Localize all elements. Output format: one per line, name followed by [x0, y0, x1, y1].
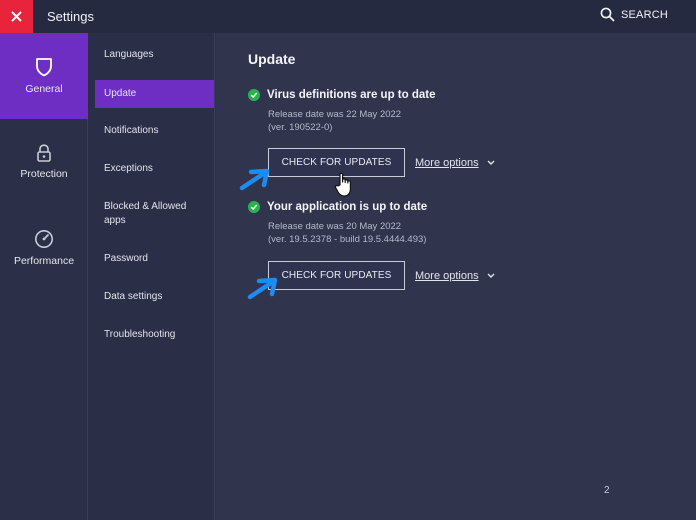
window-title: Settings [47, 9, 94, 24]
submenu-item-label: Update [104, 88, 137, 99]
submenu-item-label: Notifications [104, 125, 159, 136]
submenu-item-data-settings[interactable]: Data settings [95, 290, 214, 304]
submenu-item-troubleshooting[interactable]: Troubleshooting [95, 328, 214, 342]
virus-actions: CHECK FOR UPDATES More options [268, 148, 495, 177]
virus-definitions-status: Virus definitions are up to date [267, 89, 436, 101]
search-icon [600, 7, 615, 22]
check-icon [248, 201, 260, 213]
page-number: 2 [604, 485, 610, 496]
app-more-options-link[interactable]: More options [415, 270, 495, 282]
application-actions: CHECK FOR UPDATES More options [268, 261, 495, 290]
close-icon [11, 11, 22, 22]
search-button[interactable]: SEARCH [600, 7, 668, 22]
submenu-item-exceptions[interactable]: Exceptions [95, 162, 214, 176]
rail-item-label: General [25, 83, 63, 95]
submenu-item-label: Languages [104, 49, 154, 60]
rail-item-label: Performance [13, 255, 75, 267]
application-section: Your application is up to date Release d… [248, 201, 427, 246]
app-release-date: Release date was 20 May 2022 [268, 221, 402, 232]
rail-item-general[interactable]: General [0, 33, 88, 119]
speedometer-icon [35, 230, 53, 248]
rail-item-protection[interactable]: Protection [0, 119, 88, 205]
submenu-item-update[interactable]: Update [95, 80, 214, 108]
submenu-item-password[interactable]: Password [95, 252, 214, 266]
update-panel: Update Virus definitions are up to date … [216, 33, 696, 520]
submenu-item-languages[interactable]: Languages [95, 48, 214, 62]
annotation-arrow-icon [247, 277, 278, 300]
lock-icon [37, 144, 51, 162]
chevron-down-icon [487, 160, 495, 165]
submenu-item-label: Password [104, 253, 148, 264]
search-label: SEARCH [620, 8, 668, 21]
rail-item-label: Protection [20, 168, 68, 180]
submenu-item-label: Troubleshooting [104, 329, 176, 340]
title-bar: Settings SEARCH [0, 0, 696, 33]
submenu-item-label: Data settings [104, 291, 163, 302]
close-button[interactable] [0, 0, 33, 33]
shield-icon [36, 58, 52, 77]
settings-submenu: Languages Update Notifications Exception… [88, 33, 215, 520]
page-title: Update [248, 51, 296, 67]
rail-item-performance[interactable]: Performance [0, 205, 88, 291]
application-status: Your application is up to date [267, 201, 428, 213]
virus-definitions-section: Virus definitions are up to date Release… [248, 89, 435, 134]
chevron-down-icon [487, 273, 495, 278]
annotation-arrow-icon [239, 168, 270, 191]
more-options-label: More options [415, 156, 479, 169]
submenu-item-notifications[interactable]: Notifications [95, 124, 214, 138]
app-version: (ver. 19.5.2378 - build 19.5.4444.493) [268, 234, 427, 245]
hand-cursor-icon [334, 172, 351, 197]
check-app-updates-button[interactable]: CHECK FOR UPDATES [268, 261, 405, 290]
check-icon [248, 89, 260, 101]
virus-release-date: Release date was 22 May 2022 [268, 109, 402, 120]
virus-more-options-link[interactable]: More options [415, 157, 495, 169]
more-options-label: More options [415, 269, 479, 282]
submenu-item-label: Blocked & Allowed apps [104, 201, 187, 226]
category-rail: General Protection Performance [0, 33, 88, 520]
virus-version: (ver. 190522-0) [268, 122, 333, 133]
submenu-item-label: Exceptions [104, 163, 153, 174]
submenu-item-blocked-allowed-apps[interactable]: Blocked & Allowed apps [95, 200, 205, 228]
